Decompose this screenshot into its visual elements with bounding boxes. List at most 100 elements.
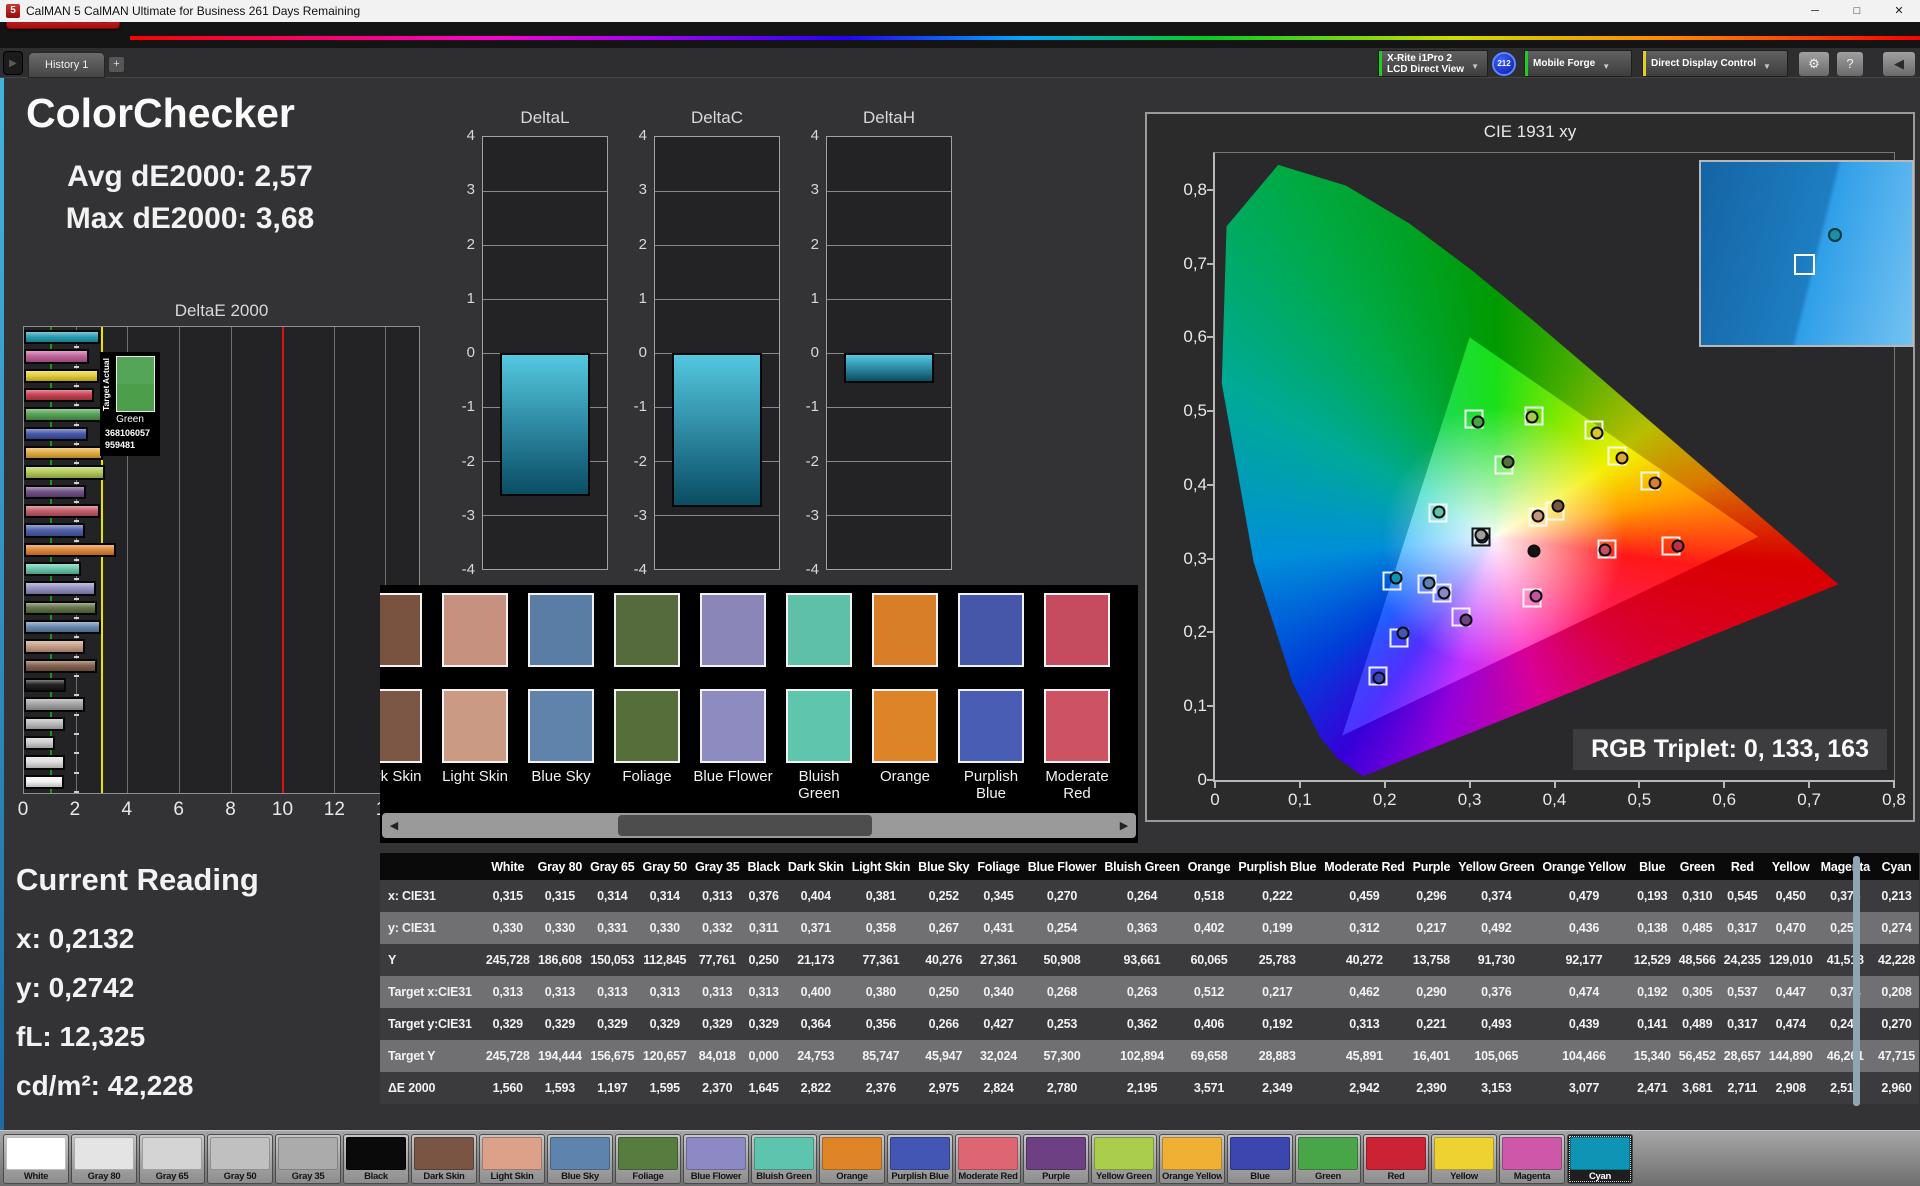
maximize-button[interactable]: □ xyxy=(1836,0,1878,22)
meter-dropdown[interactable]: X-Rite i1Pro 2LCD Direct View ▼ xyxy=(1378,50,1488,77)
cell: 0,296 xyxy=(1409,880,1455,912)
close-button[interactable]: ✕ xyxy=(1878,0,1920,22)
deltae-bar-blue-sky[interactable] xyxy=(24,620,101,634)
meter-count-badge[interactable]: 212 xyxy=(1492,52,1516,76)
patch-button-cyan[interactable]: Cyan xyxy=(1567,1134,1633,1184)
collapse-panel-button[interactable]: ◀ xyxy=(1882,51,1916,77)
tick xyxy=(1207,189,1215,191)
cell: 1,645 xyxy=(743,1072,783,1104)
measured-point-orange xyxy=(1648,477,1661,490)
deltae-bar-white[interactable] xyxy=(24,775,64,789)
page-title: ColorChecker xyxy=(26,90,295,137)
deltae-bar-purple[interactable] xyxy=(24,485,86,499)
cell: 0,221 xyxy=(1409,1008,1455,1040)
tooltip-value-2: 959481 xyxy=(105,440,135,450)
tick xyxy=(1299,780,1301,788)
deltae-bar-cyan[interactable] xyxy=(24,330,100,344)
deltae-bar-yellow[interactable] xyxy=(24,369,99,383)
deltae-bar-light-skin[interactable] xyxy=(24,639,85,653)
add-tab-button[interactable]: + xyxy=(108,56,125,73)
patch-button-yellow-green[interactable]: Yellow Green xyxy=(1091,1134,1157,1184)
deltae-bar-gray-50[interactable] xyxy=(24,717,65,731)
cell: 0,315 xyxy=(482,880,534,912)
patch-button-moderate-red[interactable]: Moderate Red xyxy=(955,1134,1021,1184)
gridline xyxy=(827,515,951,516)
deltae-bar-orange[interactable] xyxy=(24,543,116,557)
deltae-bar-foliage[interactable] xyxy=(24,601,97,615)
patch-button-orange[interactable]: Orange xyxy=(819,1134,885,1184)
patch-button-blue[interactable]: Blue xyxy=(1227,1134,1293,1184)
patch-button-purple[interactable]: Purple xyxy=(1023,1134,1089,1184)
patch-button-yellow[interactable]: Yellow xyxy=(1431,1134,1497,1184)
cell: 0,492 xyxy=(1454,912,1538,944)
patch-button-bluish-green[interactable]: Bluish Green xyxy=(751,1134,817,1184)
scroll-right-icon[interactable]: ▶ xyxy=(1112,819,1136,832)
patch-button-red[interactable]: Red xyxy=(1363,1134,1429,1184)
cell: 0,489 xyxy=(1675,1008,1720,1040)
patch-button-purplish-blue[interactable]: Purplish Blue xyxy=(887,1134,953,1184)
chart-plot xyxy=(482,136,608,570)
deltae-bar-bluish-green[interactable] xyxy=(24,562,81,576)
scrollbar-thumb[interactable] xyxy=(618,815,872,836)
swatch xyxy=(958,1137,1018,1170)
swatch-label: Orange xyxy=(862,768,948,785)
patch-button-magenta[interactable]: Magenta xyxy=(1499,1134,1565,1184)
label: Dark Skin xyxy=(414,1170,474,1183)
axis-tick-label: 8 xyxy=(225,799,236,821)
tab-history-1[interactable]: History 1 xyxy=(28,52,105,78)
window-titlebar: 5 CalMAN 5 CalMAN Ultimate for Business … xyxy=(0,0,1920,22)
patch-button-gray-80[interactable]: Gray 80 xyxy=(71,1134,137,1184)
cell: 0,252 xyxy=(914,880,973,912)
swatch-strip-scrollbar[interactable]: ◀ ▶ xyxy=(382,813,1136,838)
scroll-left-icon[interactable]: ◀ xyxy=(382,819,406,832)
cell: 112,845 xyxy=(639,944,691,976)
display-control-dropdown[interactable]: Direct Display Control ▼ xyxy=(1642,50,1788,77)
deltae-bar-gray-80[interactable] xyxy=(24,755,65,769)
measurement-zoom-inset xyxy=(1699,160,1914,347)
deltae-bar-yellow-green[interactable] xyxy=(24,465,105,479)
swatch-column-blue-sky: Blue Sky xyxy=(518,585,604,802)
tab-scroll-button[interactable]: ▶ xyxy=(3,51,23,75)
measured-swatch xyxy=(786,689,852,763)
settings-gear-button[interactable]: ⚙ xyxy=(1798,51,1830,77)
scrollbar-track[interactable] xyxy=(406,813,1112,838)
deltae-bar-dark-skin[interactable] xyxy=(24,659,97,673)
patch-button-blue-flower[interactable]: Blue Flower xyxy=(683,1134,749,1184)
patch-button-white[interactable]: White xyxy=(3,1134,69,1184)
patch-button-gray-35[interactable]: Gray 35 xyxy=(275,1134,341,1184)
patch-button-blue-sky[interactable]: Blue Sky xyxy=(547,1134,613,1184)
patch-button-foliage[interactable]: Foliage xyxy=(615,1134,681,1184)
deltae-bar-moderate-red[interactable] xyxy=(24,504,100,518)
axis-tick-label: 3 xyxy=(811,181,819,198)
deltae-bar-purplish-blue[interactable] xyxy=(24,523,85,537)
patch-button-light-skin[interactable]: Light Skin xyxy=(479,1134,545,1184)
table-scrollbar[interactable] xyxy=(1853,856,1860,1106)
patch-button-dark-skin[interactable]: Dark Skin xyxy=(411,1134,477,1184)
deltae-bar-blue[interactable] xyxy=(24,427,88,441)
chevron-left-icon: ◀ xyxy=(1894,56,1904,71)
deltae-bar-magenta[interactable] xyxy=(24,349,89,363)
deltae-bar-red[interactable] xyxy=(24,388,94,402)
label: Blue Flower xyxy=(686,1170,746,1183)
patch-button-green[interactable]: Green xyxy=(1295,1134,1361,1184)
deltae-bar-blue-flower[interactable] xyxy=(24,581,96,595)
help-button[interactable]: ? xyxy=(1836,51,1864,77)
patch-button-black[interactable]: Black xyxy=(343,1134,409,1184)
deltae-bar-black[interactable] xyxy=(24,678,66,692)
patch-button-orange-yellow[interactable]: Orange Yellow xyxy=(1159,1134,1225,1184)
deltae-row-yellow-green xyxy=(24,463,419,482)
minimize-button[interactable]: ─ xyxy=(1794,0,1836,22)
deltae-bar-gray-35[interactable] xyxy=(24,697,85,711)
label: Purplish Blue xyxy=(890,1170,950,1183)
patch-button-gray-50[interactable]: Gray 50 xyxy=(207,1134,273,1184)
axis-tick-label: 0,8 xyxy=(1882,790,1906,810)
source-dropdown[interactable]: Mobile Forge ▼ xyxy=(1524,50,1632,77)
max-de2000-readout: Max dE2000: 3,68 xyxy=(10,202,370,236)
cell: 0,330 xyxy=(534,912,586,944)
deltae-bar-gray-65[interactable] xyxy=(24,736,55,750)
app-header xyxy=(0,22,1920,48)
deltae-bar-orange-yellow[interactable] xyxy=(24,446,103,460)
cie-chart-title: CIE 1931 xy xyxy=(1147,122,1913,142)
patch-button-gray-65[interactable]: Gray 65 xyxy=(139,1134,205,1184)
cell: 0,192 xyxy=(1234,1008,1320,1040)
